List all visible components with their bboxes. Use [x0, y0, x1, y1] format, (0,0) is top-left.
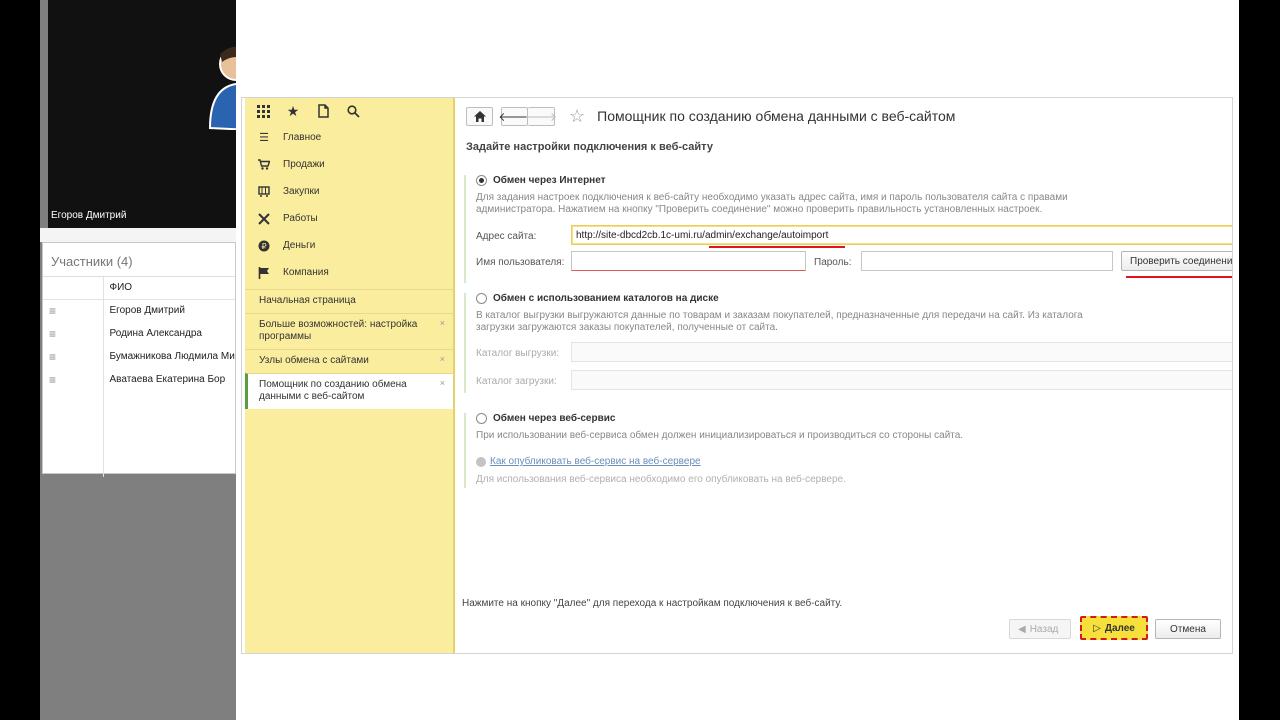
section-webservice: Обмен через веб-сервис При использовании… — [464, 413, 1232, 488]
table-row[interactable]: ≡ Егоров Дмитрий — [43, 299, 235, 322]
speaker-video: Егоров Дмитрий — [48, 0, 236, 228]
table-row[interactable]: ≡ Аватаева Екатерина Бор — [43, 368, 235, 391]
coin-icon: ₽ — [257, 239, 271, 253]
highlight-underline — [1126, 276, 1232, 278]
participant-name: Родина Александра — [109, 328, 202, 339]
close-icon[interactable]: × — [440, 353, 445, 365]
footer-note: Нажмите на кнопку "Далее" для перехода к… — [462, 598, 843, 609]
form-content: 🡐 🡒 ☆ Помощник по созданию обмена данным… — [456, 98, 1232, 653]
sidebar-item-purchases[interactable]: Закупки — [245, 178, 453, 205]
radio-button[interactable] — [476, 413, 487, 424]
info-icon — [476, 456, 486, 467]
arrow-left-icon: ◀ — [1018, 623, 1026, 635]
purchase-cart-icon — [257, 185, 271, 199]
webservice-note: При использовании веб-сервиса обмен долж… — [476, 430, 964, 441]
person-avatar-icon — [208, 46, 236, 130]
sidebar-item-works[interactable]: Работы — [245, 205, 453, 232]
form-toolbar: 🡐 🡒 ☆ Помощник по созданию обмена данным… — [466, 105, 955, 127]
site-address-label: Адрес сайта: — [476, 231, 537, 242]
section-catalogs: Обмен с использованием каталогов на диск… — [464, 293, 1232, 393]
password-label: Пароль: — [814, 257, 852, 268]
cart-icon — [257, 158, 271, 172]
sidebar-item-sales[interactable]: Продажи — [245, 151, 453, 178]
internet-note: Для задания настроек подключения к веб-с… — [476, 192, 1068, 215]
open-page-wizard[interactable]: Помощник по созданию обмена данными с ве… — [245, 373, 453, 409]
participant-name: Бумажникова Людмила Ми — [109, 351, 235, 362]
column-fio: ФИО — [103, 277, 235, 300]
open-page-exchange-nodes[interactable]: Узлы обмена с сайтами × — [245, 349, 453, 373]
password-input[interactable] — [861, 251, 1113, 271]
section-internet: Обмен через Интернет Для задания настрое… — [464, 175, 1232, 283]
home-button[interactable] — [466, 106, 493, 126]
close-icon[interactable]: × — [440, 317, 445, 329]
import-dir-label: Каталог загрузки: — [476, 376, 557, 387]
drag-handle-icon[interactable]: ≡ — [43, 368, 104, 391]
back-button[interactable]: ◀ Назад — [1009, 619, 1071, 639]
site-address-input[interactable]: http://site-dbcd2cb.1c-umi.ru/admin/exch… — [571, 225, 1232, 245]
export-dir-input[interactable] — [571, 342, 1232, 362]
sidebar-toolbar: ★ — [245, 98, 453, 124]
drag-handle-icon[interactable]: ≡ — [43, 322, 104, 345]
app-window: ★ ☰ Главное Продажи Закупки Работы ₽ Ден… — [241, 97, 1233, 654]
open-pages-list: Начальная страница Больше возможностей: … — [245, 289, 453, 409]
next-button[interactable]: ▷ Далее — [1080, 616, 1148, 640]
radio-internet[interactable]: Обмен через Интернет — [476, 175, 1232, 186]
forward-arrow-button[interactable]: 🡒 — [524, 106, 558, 126]
close-icon[interactable]: × — [440, 377, 445, 389]
drag-handle-icon[interactable]: ≡ — [43, 345, 104, 368]
publish-webservice-link[interactable]: Как опубликовать веб-сервис на веб-серве… — [490, 456, 701, 467]
export-dir-label: Каталог выгрузки: — [476, 348, 560, 359]
svg-text:₽: ₽ — [261, 242, 266, 251]
search-icon[interactable] — [345, 103, 361, 119]
open-page-more-features[interactable]: Больше возможностей: настройка программы… — [245, 313, 453, 349]
favorite-star-icon[interactable]: ☆ — [569, 106, 585, 127]
home-icon — [473, 110, 486, 122]
history-icon[interactable] — [315, 103, 331, 119]
form-subtitle: Задайте настройки подключения к веб-сайт… — [466, 141, 713, 153]
participant-name: Егоров Дмитрий — [109, 305, 185, 317]
participant-name: Аватаева Екатерина Бор — [109, 374, 226, 385]
username-input[interactable] — [571, 251, 806, 271]
arrow-right-icon: 🡒 — [524, 109, 558, 124]
sidebar-item-main[interactable]: ☰ Главное — [245, 124, 453, 151]
list-icon: ☰ — [259, 132, 269, 144]
drag-handle-icon[interactable]: ≡ — [43, 299, 104, 322]
conference-panel: Егоров Дмитрий Участники (4) ФИО ≡ Егоро… — [40, 0, 236, 720]
radio-button[interactable] — [476, 175, 487, 186]
speaker-name: Егоров Дмитрий — [51, 210, 127, 221]
sidebar-item-money[interactable]: ₽ Деньги — [245, 232, 453, 259]
sidebar-item-company[interactable]: Компания — [245, 259, 453, 286]
flag-icon — [257, 266, 271, 280]
grid-menu-icon[interactable] — [255, 103, 271, 119]
import-dir-input[interactable] — [571, 370, 1232, 390]
page-title: Помощник по созданию обмена данными с ве… — [597, 108, 956, 124]
webservice-hint: Для использования веб-сервиса необходимо… — [476, 474, 846, 485]
radio-catalogs[interactable]: Обмен с использованием каталогов на диск… — [476, 293, 1232, 304]
catalogs-note: В каталог выгрузки выгружаются данные по… — [476, 310, 1083, 333]
sidebar: ★ ☰ Главное Продажи Закупки Работы ₽ Ден… — [245, 98, 455, 653]
table-row[interactable]: ≡ Бумажникова Людмила Ми — [43, 345, 235, 368]
participants-title: Участники (4) — [43, 243, 235, 277]
cancel-button[interactable]: Отмена — [1155, 619, 1221, 639]
check-connection-button[interactable]: Проверить соединение — [1121, 251, 1232, 271]
tools-icon — [257, 212, 271, 226]
highlight-underline — [709, 246, 845, 248]
radio-webservice[interactable]: Обмен через веб-сервис — [476, 413, 1232, 424]
table-row[interactable]: ≡ Родина Александра — [43, 322, 235, 345]
radio-button[interactable] — [476, 293, 487, 304]
participants-table: ФИО ≡ Егоров Дмитрий ≡ Родина Александра… — [43, 277, 235, 477]
favorites-star-icon[interactable]: ★ — [285, 103, 301, 119]
play-arrow-icon: ▷ — [1093, 622, 1101, 634]
username-label: Имя пользователя: — [476, 257, 565, 268]
open-page-home[interactable]: Начальная страница — [245, 289, 453, 313]
participants-list: Участники (4) ФИО ≡ Егоров Дмитрий ≡ Род… — [42, 242, 236, 477]
